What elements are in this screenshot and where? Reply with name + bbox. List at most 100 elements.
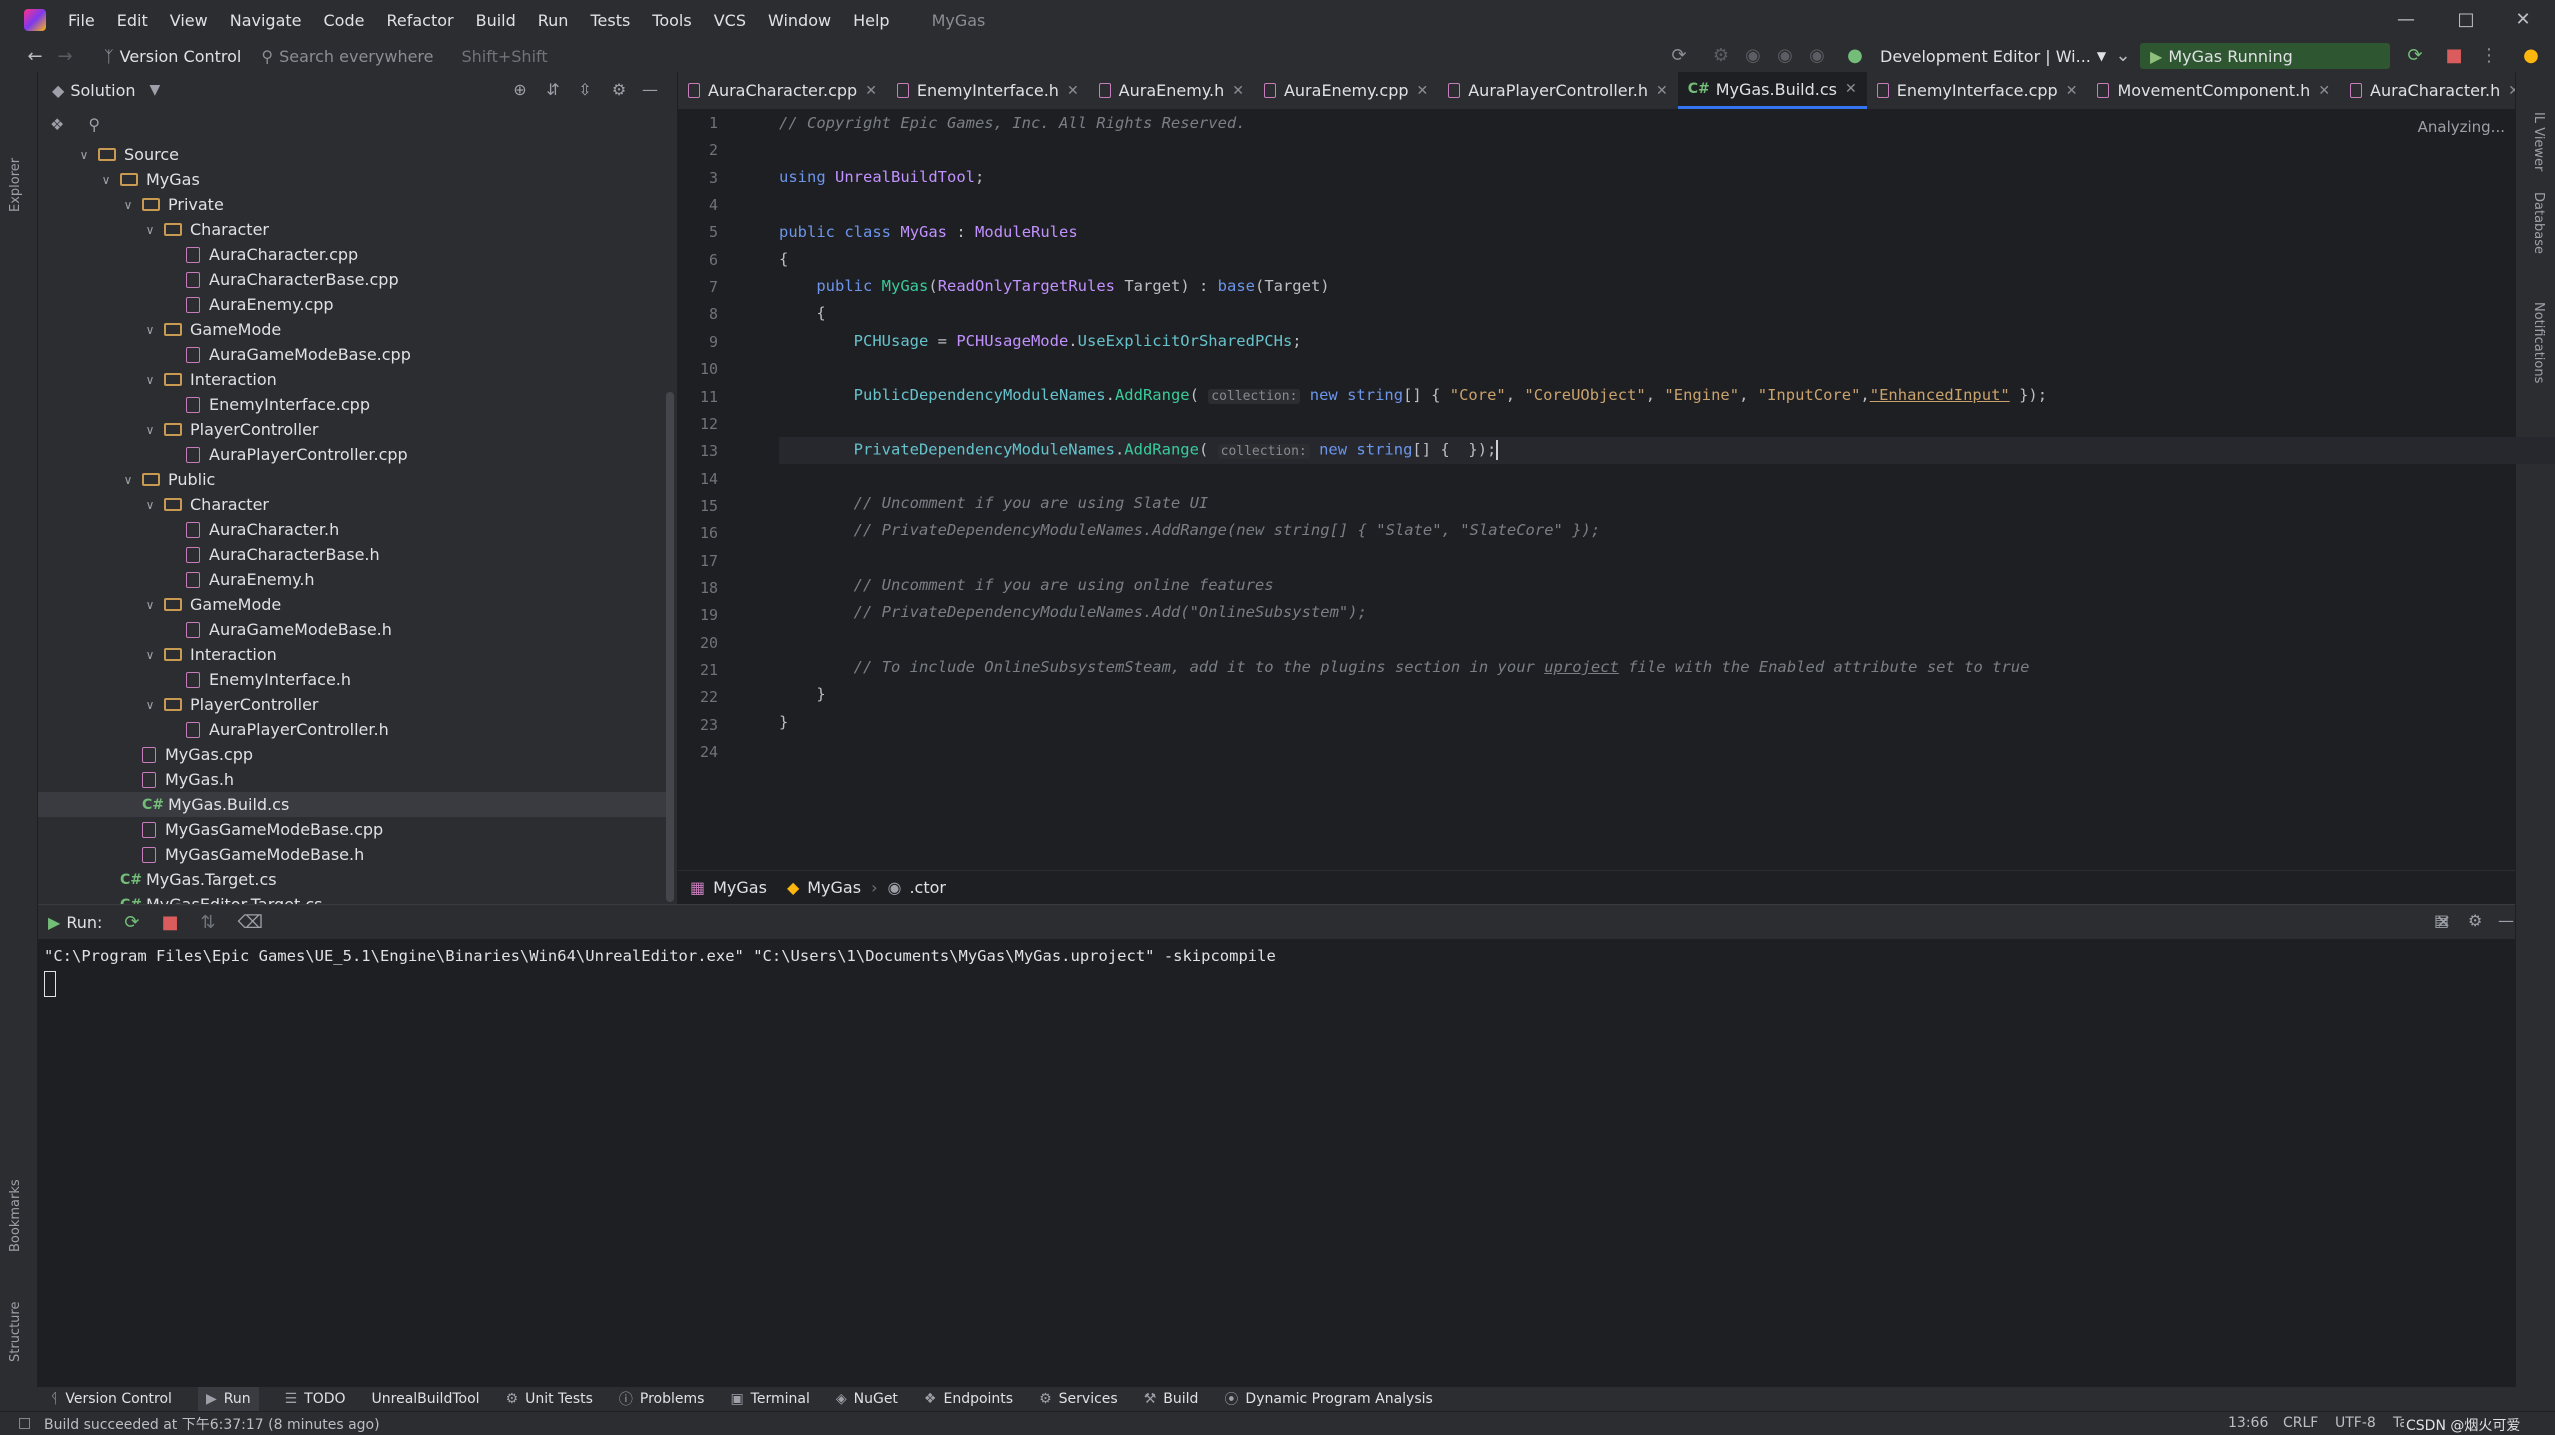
close-icon[interactable]: ✕ [1417, 83, 1429, 99]
menu-edit[interactable]: Edit [117, 11, 148, 30]
chevron-down-icon[interactable]: ∨ [142, 498, 158, 512]
tree-file[interactable]: AuraCharacterBase.h [38, 542, 668, 567]
clear-console-icon[interactable]: ⌫ [238, 912, 263, 933]
tree-file[interactable]: AuraCharacter.h [38, 517, 668, 542]
database-tool-tab[interactable]: Database [2531, 192, 2546, 254]
tree-file[interactable]: AuraCharacter.cpp [38, 242, 668, 267]
chevron-down-icon[interactable]: ∨ [142, 598, 158, 612]
editor-tab[interactable]: AuraEnemy.cpp ✕ [1254, 72, 1438, 109]
chevron-down-icon[interactable]: ∨ [98, 173, 114, 187]
search-icon[interactable]: ⚲ [88, 115, 100, 134]
rerun-icon[interactable]: ⟳ [2404, 45, 2426, 67]
tool-window-services[interactable]: ⚙ Services [1039, 1391, 1118, 1407]
tree-folder[interactable]: ∨ Source [38, 142, 668, 167]
tool-window-terminal[interactable]: ▣ Terminal [730, 1391, 809, 1407]
tree-file[interactable]: AuraGameModeBase.cpp [38, 342, 668, 367]
rerun-icon[interactable]: ⟳ [124, 912, 139, 933]
version-control-widget[interactable]: ᛉ Version Control [104, 47, 241, 66]
line-separator[interactable]: CRLF [2283, 1415, 2318, 1431]
build-gear-icon[interactable]: ⚙ [1710, 45, 1732, 67]
settings-gear-icon[interactable]: ⚙ [2468, 911, 2482, 930]
status-panel-icon[interactable]: □ [18, 1415, 31, 1431]
console-input-cursor[interactable] [44, 971, 56, 997]
run-configuration-selector[interactable]: Development Editor | Wi... ▼ [1880, 40, 2106, 72]
tool-window-dynamic-program-analysis[interactable]: ⦿ Dynamic Program Analysis [1224, 1389, 1432, 1409]
console-output[interactable]: "C:\Program Files\Epic Games\UE_5.1\Engi… [44, 939, 2504, 1379]
chevron-down-icon[interactable]: ∨ [142, 648, 158, 662]
tree-folder[interactable]: ∨ Public [38, 467, 668, 492]
tree-file[interactable]: EnemyInterface.h [38, 667, 668, 692]
tree-file[interactable]: MyGas.cpp [38, 742, 668, 767]
structure-tool-tab[interactable]: Structure [8, 1302, 23, 1362]
menu-navigate[interactable]: Navigate [230, 11, 302, 30]
chevron-down-icon[interactable]: ∨ [142, 698, 158, 712]
debug-icon[interactable]: ◉ [1742, 45, 1764, 67]
file-encoding[interactable]: UTF-8 [2335, 1415, 2376, 1431]
editor-tab[interactable]: AuraEnemy.h ✕ [1089, 72, 1254, 109]
breadcrumb-method[interactable]: .ctor [909, 878, 946, 897]
more-icon[interactable]: ⋮ [2478, 45, 2500, 67]
explorer-tool-tab[interactable]: Explorer [8, 158, 23, 212]
editor-tab[interactable]: C# MyGas.Build.cs ✕ [1677, 72, 1867, 109]
tree-folder[interactable]: ∨ Interaction [38, 642, 668, 667]
chevron-down-icon[interactable]: ∨ [142, 423, 158, 437]
tree-folder[interactable]: ∨ Character [38, 492, 668, 517]
menu-refactor[interactable]: Refactor [386, 11, 453, 30]
close-icon[interactable]: ✕ [1067, 83, 1079, 99]
expand-all-icon[interactable]: ⇵ [543, 80, 563, 99]
chevron-down-icon[interactable]: ∨ [76, 148, 92, 162]
tool-window-todo[interactable]: ☰ TODO [285, 1391, 346, 1407]
editor-tab[interactable]: MovementComponent.h ✕ [2087, 72, 2340, 109]
close-icon[interactable]: ✕ [1656, 83, 1668, 99]
tree-file[interactable]: MyGasGameModeBase.h [38, 842, 668, 867]
search-everywhere[interactable]: ⚲ Search everywhere Shift+Shift [261, 47, 547, 66]
tree-folder[interactable]: ∨ Private [38, 192, 668, 217]
settings-gear-icon[interactable]: ⚙ [609, 80, 629, 99]
close-icon[interactable]: ✕ [2066, 83, 2078, 99]
close-icon[interactable]: ✕ [2318, 83, 2330, 99]
tree-folder[interactable]: ∨ Interaction [38, 367, 668, 392]
chevron-down-icon[interactable]: ∨ [120, 198, 136, 212]
chevron-down-icon[interactable]: ∨ [120, 473, 136, 487]
tool-window-version-control[interactable]: ᛩ Version Control [50, 1391, 172, 1407]
tree-folder[interactable]: ∨ Character [38, 217, 668, 242]
menu-view[interactable]: View [170, 11, 208, 30]
menu-file[interactable]: File [68, 11, 95, 30]
tree-folder[interactable]: ∨ MyGas [38, 167, 668, 192]
editor-tab[interactable]: AuraCharacter.cpp ✕ [678, 72, 887, 109]
chevron-down-icon[interactable]: ∨ [142, 223, 158, 237]
tree-file[interactable]: AuraPlayerController.h [38, 717, 668, 742]
menu-code[interactable]: Code [324, 11, 365, 30]
layout-icon[interactable]: ▤ [2434, 911, 2449, 930]
tree-file[interactable]: MyGas.h [38, 767, 668, 792]
menu-build[interactable]: Build [476, 11, 516, 30]
show-files-icon[interactable]: ❖ [50, 115, 64, 134]
tree-file[interactable]: MyGasGameModeBase.cpp [38, 817, 668, 842]
tree-folder[interactable]: ∨ GameMode [38, 592, 668, 617]
maximize-icon[interactable]: □ [2443, 6, 2489, 34]
tree-file[interactable]: AuraPlayerController.cpp [38, 442, 668, 467]
unreal-config-icon[interactable]: ● [1844, 45, 1866, 67]
collapse-all-icon[interactable]: ⇳ [575, 80, 595, 99]
menu-help[interactable]: Help [853, 11, 889, 30]
tree-file[interactable]: AuraGameModeBase.h [38, 617, 668, 642]
tool-window-build[interactable]: ⚒ Build [1144, 1391, 1199, 1407]
tool-window-nuget[interactable]: ◈ NuGet [836, 1391, 898, 1407]
refresh-icon[interactable]: ⟳ [1668, 45, 1690, 67]
close-icon[interactable]: ✕ [2508, 83, 2515, 99]
hide-panel-icon[interactable]: — [640, 80, 660, 99]
chevron-down-icon[interactable]: ∨ [142, 373, 158, 387]
tree-file[interactable]: C# MyGas.Build.cs [38, 792, 668, 817]
tree-file[interactable]: C# MyGasEditor.Target.cs [38, 892, 668, 904]
menu-tests[interactable]: Tests [590, 11, 630, 30]
menu-vcs[interactable]: VCS [714, 11, 746, 30]
locate-icon[interactable]: ⊕ [510, 80, 530, 99]
solution-scrollbar[interactable] [666, 392, 674, 902]
editor-tab[interactable]: EnemyInterface.cpp ✕ [1867, 72, 2088, 109]
status-message[interactable]: Build succeeded at 下午6:37:17 (8 minutes … [44, 1414, 380, 1434]
tool-window-unrealbuildtool[interactable]: UnrealBuildTool [372, 1391, 480, 1407]
tree-file[interactable]: AuraCharacterBase.cpp [38, 267, 668, 292]
tree-file[interactable]: C# MyGas.Target.cs [38, 867, 668, 892]
tree-file[interactable]: AuraEnemy.cpp [38, 292, 668, 317]
tool-window-unit-tests[interactable]: ⚙ Unit Tests [506, 1391, 593, 1407]
